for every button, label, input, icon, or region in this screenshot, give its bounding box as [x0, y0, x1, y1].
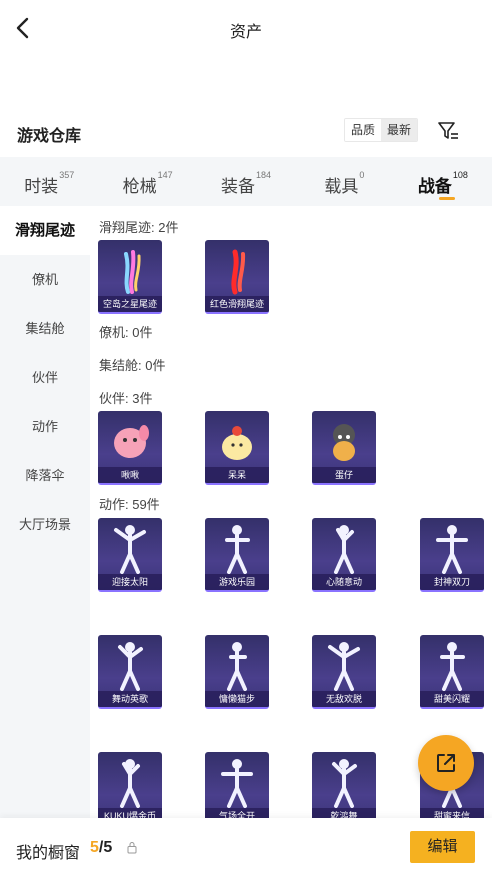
- item-name: 呆呆: [205, 467, 269, 483]
- item-card-trail[interactable]: 红色滑翔尾迹: [205, 240, 269, 314]
- tab-vehicles[interactable]: 载具0: [295, 157, 393, 206]
- tab-label: 装备: [221, 177, 255, 196]
- dancer-silhouette-icon: [118, 642, 143, 691]
- item-card-emote[interactable]: 乾鸿舞: [312, 752, 376, 818]
- external-link-icon: [437, 754, 455, 772]
- category-tabs: 时装357 枪械147 装备184 载具0 战备108: [0, 157, 492, 206]
- tab-count: 357: [59, 170, 75, 180]
- sidebar-item-wingman[interactable]: 僚机: [0, 255, 90, 304]
- item-name: 蛋仔: [312, 467, 376, 483]
- item-card-emote[interactable]: KUKU爆金币: [98, 752, 162, 818]
- tab-fashion[interactable]: 时装357: [0, 157, 98, 206]
- sidebar-item-glide-trail[interactable]: 滑翔尾迹: [0, 206, 90, 255]
- tab-label: 枪械: [122, 177, 157, 196]
- bottom-bar: 我的橱窗 5/5 编辑: [0, 818, 492, 876]
- item-card-emote[interactable]: 封神双刀: [420, 518, 484, 592]
- sidebar-item-emote[interactable]: 动作: [0, 402, 90, 451]
- item-card-emote[interactable]: 无敌欢脱: [312, 635, 376, 709]
- sidebar-item-partner[interactable]: 伙伴: [0, 353, 90, 402]
- dancer-silhouette-icon: [332, 759, 357, 808]
- tab-count: 0: [359, 170, 365, 180]
- item-name: 游戏乐园: [205, 574, 269, 590]
- item-card-emote[interactable]: 迎接太阳: [98, 518, 162, 592]
- dancer-silhouette-icon: [436, 525, 468, 574]
- dancer-silhouette-icon: [328, 642, 360, 691]
- item-name: 气场全开: [205, 808, 269, 818]
- showcase-current: 5: [90, 839, 99, 856]
- tab-label: 载具: [324, 177, 359, 196]
- item-content: 滑翔尾迹: 2件 空岛之星尾迹 红色滑翔尾迹 僚机: 0件 集结舱: 0件 伙伴…: [90, 206, 492, 818]
- top-bar: 资产: [0, 0, 492, 58]
- item-card-emote[interactable]: 慵懒猫步: [205, 635, 269, 709]
- item-name: 封神双刀: [420, 574, 484, 590]
- item-card-emote[interactable]: 气场全开: [205, 752, 269, 818]
- active-tab-indicator: [438, 197, 455, 200]
- edit-button[interactable]: 编辑: [410, 831, 475, 863]
- dancer-silhouette-icon: [440, 642, 465, 691]
- showcase-count: 5/5: [90, 839, 113, 856]
- sort-newest-button[interactable]: 最新: [381, 119, 418, 141]
- lock-icon: [127, 842, 137, 854]
- dancer-silhouette-icon: [221, 759, 253, 808]
- sidebar-item-lobby-scene[interactable]: 大厅场景: [0, 500, 90, 549]
- dancer-silhouette-icon: [225, 525, 250, 574]
- pink-creature-icon: [114, 425, 149, 458]
- item-card-trail[interactable]: 空岛之星尾迹: [98, 240, 162, 314]
- share-fab-button[interactable]: [418, 735, 474, 791]
- group-label-pod: 集结舱: 0件: [99, 358, 166, 373]
- group-label-emote: 动作: 59件: [99, 497, 160, 512]
- warehouse-header: 游戏仓库 品质 最新: [0, 118, 492, 148]
- filter-icon: [438, 122, 458, 139]
- showcase-label: 我的橱窗: [16, 845, 81, 862]
- group-label-trail: 滑翔尾迹: 2件: [99, 220, 179, 235]
- subcategory-sidebar: 滑翔尾迹 僚机 集结舱 伙伴 动作 降落伞 大厅场景: [0, 206, 90, 818]
- red-trail-art-icon: [231, 249, 246, 295]
- dancer-silhouette-icon: [334, 525, 354, 574]
- item-name: 红色滑翔尾迹: [205, 296, 269, 312]
- dancer-silhouette-icon: [114, 525, 146, 574]
- item-card-emote[interactable]: 心随意动: [312, 518, 376, 592]
- showcase-total: 5: [103, 839, 113, 856]
- tab-count: 108: [452, 170, 468, 180]
- group-label-partner: 伙伴: 3件: [99, 391, 153, 406]
- group-label-wingman: 僚机: 0件: [99, 325, 153, 340]
- item-card-partner[interactable]: 啾啾: [98, 411, 162, 485]
- item-name: 甜蜜来信: [420, 808, 484, 818]
- sidebar-item-parachute[interactable]: 降落伞: [0, 451, 90, 500]
- item-name: KUKU爆金币: [98, 808, 162, 818]
- filter-button[interactable]: [437, 120, 459, 142]
- tab-count: 147: [157, 170, 173, 180]
- item-card-emote[interactable]: 游戏乐园: [205, 518, 269, 592]
- warehouse-title: 游戏仓库: [17, 128, 82, 145]
- item-name: 无敌欢脱: [312, 691, 376, 707]
- yellow-chick-icon: [222, 426, 252, 460]
- item-card-partner[interactable]: 呆呆: [205, 411, 269, 485]
- trail-art-icon: [124, 250, 141, 294]
- item-name: 迎接太阳: [98, 574, 162, 590]
- page-title: 资产: [229, 24, 262, 41]
- item-name: 空岛之星尾迹: [98, 296, 162, 312]
- item-name: 乾鸿舞: [312, 808, 376, 818]
- item-card-emote[interactable]: 舞动英歌: [98, 635, 162, 709]
- tab-gear[interactable]: 装备184: [197, 157, 295, 206]
- sort-quality-button[interactable]: 品质: [345, 119, 382, 141]
- sidebar-item-pod[interactable]: 集结舱: [0, 304, 90, 353]
- helmet-creature-icon: [333, 424, 355, 461]
- item-name: 慵懒猫步: [205, 691, 269, 707]
- dancer-silhouette-icon: [120, 759, 140, 808]
- sort-toggle: 品质 最新: [344, 118, 419, 142]
- dancer-silhouette-icon: [227, 642, 247, 691]
- item-card-emote[interactable]: 甜美闪耀: [420, 635, 484, 709]
- tab-label: 战备: [417, 177, 452, 196]
- item-name: 甜美闪耀: [420, 691, 484, 707]
- item-name: 舞动英歌: [98, 691, 162, 707]
- item-name: 啾啾: [98, 467, 162, 483]
- tab-label: 时装: [24, 177, 59, 196]
- item-name: 心随意动: [312, 574, 376, 590]
- item-card-partner[interactable]: 蛋仔: [312, 411, 376, 485]
- tab-battle-prep[interactable]: 战备108: [394, 157, 492, 206]
- tab-count: 184: [256, 170, 272, 180]
- tab-guns[interactable]: 枪械147: [98, 157, 196, 206]
